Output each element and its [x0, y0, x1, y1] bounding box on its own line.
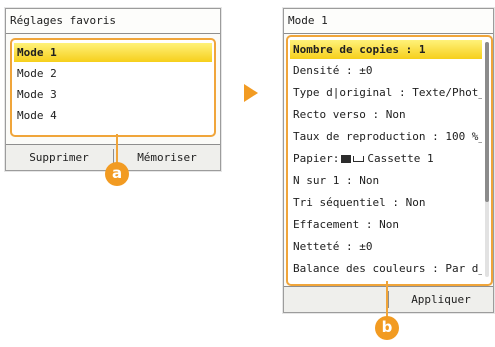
setting-item[interactable]: Tri séquentiel : Non — [290, 194, 482, 212]
setting-item[interactable]: Densité : ±0 — [290, 62, 482, 80]
settings-scrollbar[interactable] — [485, 42, 489, 277]
setting-item[interactable]: Recto verso : Non — [290, 106, 482, 124]
setting-item[interactable]: Nombre de copies : 1 — [290, 40, 482, 59]
mode-item-4[interactable]: Mode 4 — [14, 106, 212, 125]
scrollbar-thumb[interactable] — [485, 42, 489, 202]
setting-item[interactable]: Type d|original : Texte/Phot_ — [290, 84, 482, 102]
favorites-title: Réglages favoris — [6, 9, 220, 34]
mode-screen: Mode 1 Nombre de copies : 1 Densité : ±0… — [283, 8, 494, 313]
arrow-right-icon — [244, 84, 258, 102]
apply-button[interactable]: Appliquer — [389, 287, 493, 312]
settings-list: Nombre de copies : 1 Densité : ±0 Type d… — [286, 35, 493, 286]
callout-a-badge: a — [105, 162, 129, 186]
save-button[interactable]: Mémoriser — [114, 145, 220, 170]
favorites-screen: Réglages favoris Mode 1 Mode 2 Mode 3 Mo… — [5, 8, 221, 171]
paper-tray-icon — [341, 155, 352, 163]
paper-sheet-icon — [353, 156, 365, 162]
mode-title: Mode 1 — [284, 9, 493, 34]
setting-item[interactable]: Netteté : ±0 — [290, 238, 482, 256]
mode-footer: Appliquer — [284, 286, 493, 312]
setting-item[interactable]: N sur 1 : Non — [290, 172, 482, 190]
mode-list: Mode 1 Mode 2 Mode 3 Mode 4 — [10, 38, 216, 137]
mode-item-2[interactable]: Mode 2 — [14, 64, 212, 83]
paper-label: Papier: — [293, 152, 340, 165]
mode-item-1[interactable]: Mode 1 — [14, 43, 212, 62]
setting-item[interactable]: Taux de reproduction : 100 %_ — [290, 128, 482, 146]
setting-item[interactable]: Effacement : Non — [290, 216, 482, 234]
callout-b-badge: b — [375, 316, 399, 340]
paper-value: Cassette 1 — [367, 152, 434, 165]
delete-button[interactable]: Supprimer — [6, 145, 112, 170]
mode-item-3[interactable]: Mode 3 — [14, 85, 212, 104]
setting-item[interactable]: Balance des couleurs : Par d_ — [290, 260, 482, 278]
callout-b-line — [386, 281, 388, 321]
setting-item-paper[interactable]: Papier: Cassette 1 — [290, 150, 482, 168]
